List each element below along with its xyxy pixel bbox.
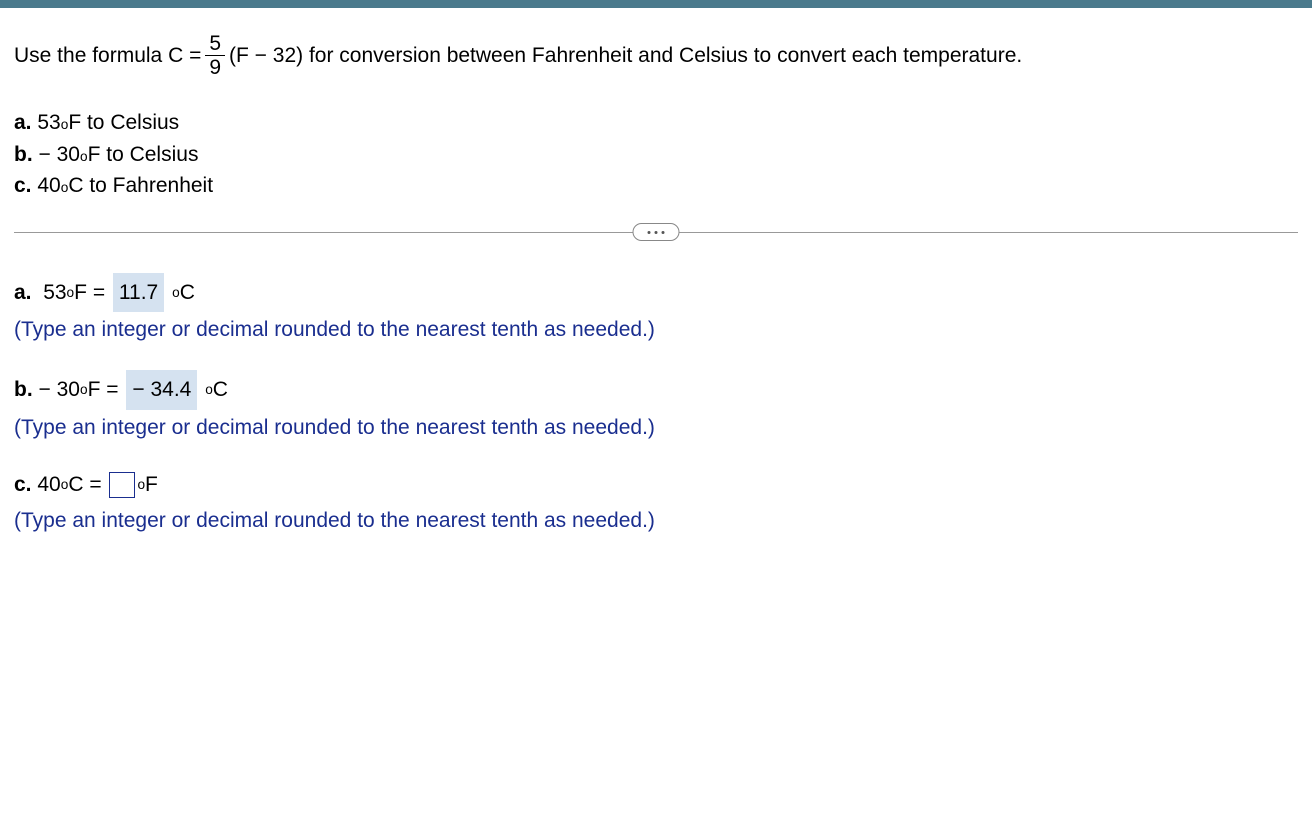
answer-c-lhs: 40 <box>37 467 60 503</box>
label-c: c. <box>14 170 32 202</box>
value-b: − 30 <box>39 139 80 171</box>
answer-b-block: b. − 30 o F = − 34.4 o C (Type an intege… <box>14 370 1298 445</box>
content-area: Use the formula C = 5 9 (F − 32) for con… <box>0 8 1312 539</box>
answer-a-hint: (Type an integer or decimal rounded to t… <box>14 312 1298 348</box>
question-list: a. 53 o F to Celsius b. − 30 o F to Cels… <box>14 107 1298 202</box>
answer-a-line: a. 53 o F = 11.7 o C <box>14 273 1298 313</box>
question-a: a. 53 o F to Celsius <box>14 107 1298 139</box>
answer-b-value[interactable]: − 34.4 <box>126 370 197 410</box>
ellipsis-icon <box>655 231 658 234</box>
ellipsis-icon <box>648 231 651 234</box>
fraction-numerator: 5 <box>205 32 225 56</box>
formula-prefix: Use the formula C = <box>14 44 201 68</box>
formula-instruction: Use the formula C = 5 9 (F − 32) for con… <box>14 32 1298 79</box>
answer-c-line: c. 40 o C = o F <box>14 467 1298 503</box>
formula-fraction: 5 9 <box>205 32 225 79</box>
value-a: 53 <box>37 107 60 139</box>
question-b: b. − 30 o F to Celsius <box>14 139 1298 171</box>
answer-a-label: a. <box>14 275 32 311</box>
answer-a-block: a. 53 o F = 11.7 o C (Type an integer or… <box>14 273 1298 348</box>
answer-b-rhs-unit: C <box>213 372 228 408</box>
unit-b: F to Celsius <box>88 139 199 171</box>
answer-c-input[interactable] <box>109 472 135 498</box>
equals-sign: = <box>93 275 105 311</box>
answer-b-line: b. − 30 o F = − 34.4 o C <box>14 370 1298 410</box>
value-c: 40 <box>37 170 60 202</box>
answer-c-label: c. <box>14 467 32 503</box>
fraction-denominator: 9 <box>205 56 225 79</box>
answer-a-lhs-unit: F <box>74 275 87 311</box>
answer-a-value[interactable]: 11.7 <box>113 273 164 313</box>
label-a: a. <box>14 107 32 139</box>
expand-button[interactable] <box>633 223 680 241</box>
unit-c: C to Fahrenheit <box>68 170 213 202</box>
answer-c-hint: (Type an integer or decimal rounded to t… <box>14 503 1298 539</box>
formula-suffix: (F − 32) for conversion between Fahrenhe… <box>229 44 1022 68</box>
ellipsis-icon <box>662 231 665 234</box>
answer-b-hint: (Type an integer or decimal rounded to t… <box>14 410 1298 446</box>
section-divider <box>14 232 1298 233</box>
answer-c-lhs-unit: C <box>68 467 83 503</box>
question-c: c. 40 o C to Fahrenheit <box>14 170 1298 202</box>
answer-b-lhs: − 30 <box>39 372 80 408</box>
header-bar <box>0 0 1312 8</box>
equals-sign: = <box>89 467 101 503</box>
answer-c-block: c. 40 o C = o F (Type an integer or deci… <box>14 467 1298 538</box>
answer-a-lhs: 53 <box>43 275 66 311</box>
answer-a-rhs-unit: C <box>180 275 195 311</box>
answer-b-label: b. <box>14 372 33 408</box>
unit-a: F to Celsius <box>68 107 179 139</box>
equals-sign: = <box>106 372 118 408</box>
answer-c-rhs-unit: F <box>145 467 158 503</box>
label-b: b. <box>14 139 33 171</box>
answer-b-lhs-unit: F <box>88 372 101 408</box>
